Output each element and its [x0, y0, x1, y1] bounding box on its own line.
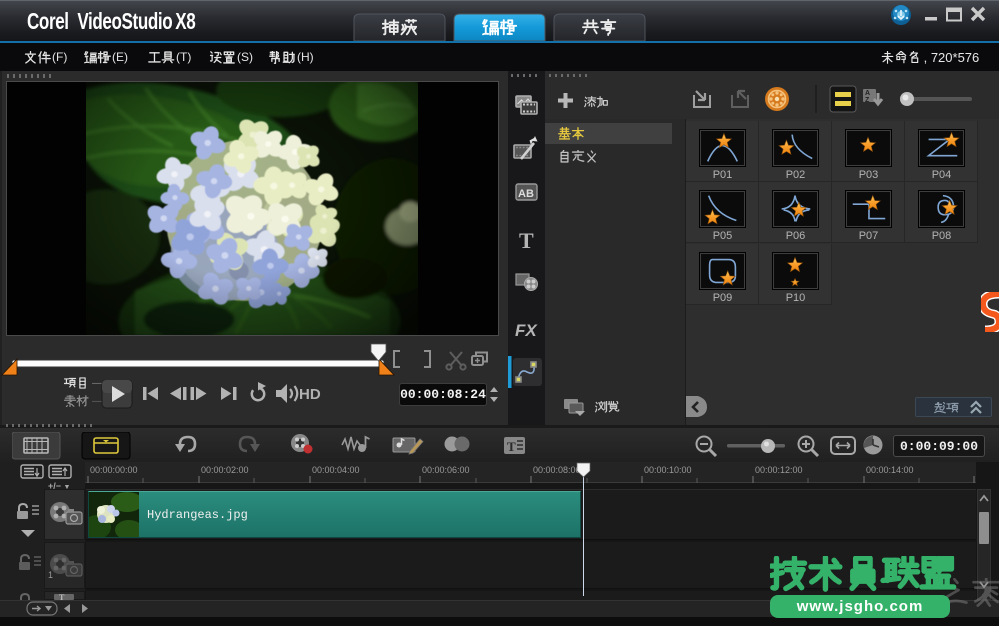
- svg-text:00:00:12:00: 00:00:12:00: [755, 465, 803, 475]
- svg-text:1: 1: [48, 570, 53, 580]
- svg-text:AB: AB: [518, 188, 534, 200]
- svg-text:00:00:04:00: 00:00:04:00: [312, 465, 360, 475]
- svg-text:00:00:10:00: 00:00:10:00: [644, 465, 692, 475]
- svg-text:T: T: [519, 228, 534, 253]
- svg-text:T: T: [59, 593, 65, 600]
- svg-text:00:00:02:00: 00:00:02:00: [201, 465, 249, 475]
- svg-text:00:00:14:00: 00:00:14:00: [866, 465, 914, 475]
- svg-text:00:00:08:00: 00:00:08:00: [533, 465, 581, 475]
- svg-text:Z: Z: [865, 97, 870, 104]
- svg-text:00:00:06:00: 00:00:06:00: [422, 465, 470, 475]
- svg-text:00:00:00:00: 00:00:00:00: [90, 465, 138, 475]
- svg-text:FX: FX: [515, 321, 538, 340]
- svg-text:HD: HD: [299, 386, 321, 403]
- svg-text:A: A: [865, 90, 870, 97]
- svg-text:T: T: [507, 439, 516, 454]
